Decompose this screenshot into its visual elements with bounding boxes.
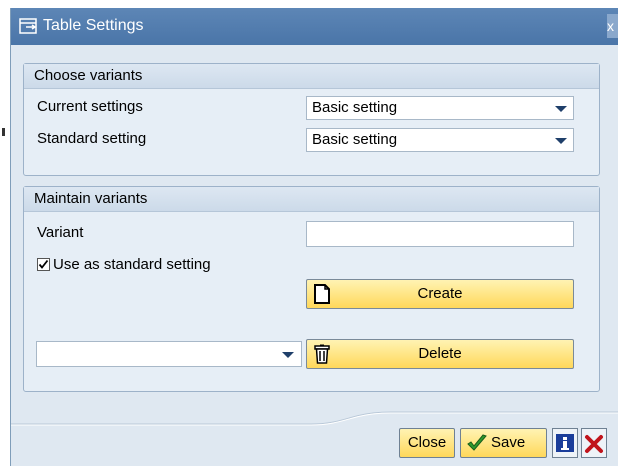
save-button[interactable]: Save: [460, 428, 547, 458]
maintain-variants-header: Maintain variants: [24, 187, 599, 212]
choose-variants-group: Choose variants Current settings Basic s…: [23, 63, 600, 176]
dialog-title-bar[interactable]: Table Settings x: [11, 8, 618, 45]
trash-icon: [314, 344, 330, 364]
use-as-standard-row[interactable]: Use as standard setting: [37, 256, 211, 273]
table-settings-icon: [19, 18, 37, 34]
info-button[interactable]: [552, 428, 578, 458]
delete-button-label: Delete: [418, 345, 462, 362]
save-button-label: Save: [491, 434, 526, 451]
variant-input[interactable]: [306, 221, 574, 247]
table-settings-dialog: Table Settings x Choose variants Current…: [10, 8, 618, 466]
chevron-down-icon[interactable]: [555, 106, 567, 112]
choose-variants-header: Choose variants: [24, 64, 599, 89]
cancel-button[interactable]: [581, 428, 607, 458]
chevron-down-icon[interactable]: [282, 352, 294, 358]
standard-setting-value: Basic setting: [312, 131, 398, 148]
create-button[interactable]: Create: [306, 279, 574, 309]
cancel-icon: [585, 435, 603, 453]
use-as-standard-label: Use as standard setting: [53, 256, 211, 273]
info-icon: [556, 434, 574, 452]
background-marker: [2, 128, 5, 136]
current-settings-value: Basic setting: [312, 99, 398, 116]
standard-setting-select[interactable]: Basic setting: [306, 128, 574, 152]
background-window-strip: [0, 0, 10, 466]
close-button[interactable]: Close: [399, 428, 455, 458]
dialog-title: Table Settings: [43, 17, 144, 34]
delete-button[interactable]: Delete: [306, 339, 574, 369]
variant-label: Variant: [37, 224, 84, 241]
dialog-footer: Close Save: [11, 410, 618, 466]
use-as-standard-checkbox[interactable]: [37, 258, 50, 271]
current-settings-label: Current settings: [37, 98, 143, 115]
new-document-icon: [314, 284, 330, 304]
checkmark-icon: [38, 259, 49, 269]
maintain-variants-group: Maintain variants Variant Use as standar…: [23, 186, 600, 392]
chevron-down-icon[interactable]: [555, 138, 567, 144]
standard-setting-label: Standard setting: [37, 130, 147, 147]
create-button-label: Create: [417, 285, 463, 302]
checkmark-icon: [467, 434, 487, 451]
variant-delete-select[interactable]: [36, 341, 302, 367]
current-settings-select[interactable]: Basic setting: [306, 96, 574, 120]
close-window-icon[interactable]: x: [607, 14, 618, 38]
